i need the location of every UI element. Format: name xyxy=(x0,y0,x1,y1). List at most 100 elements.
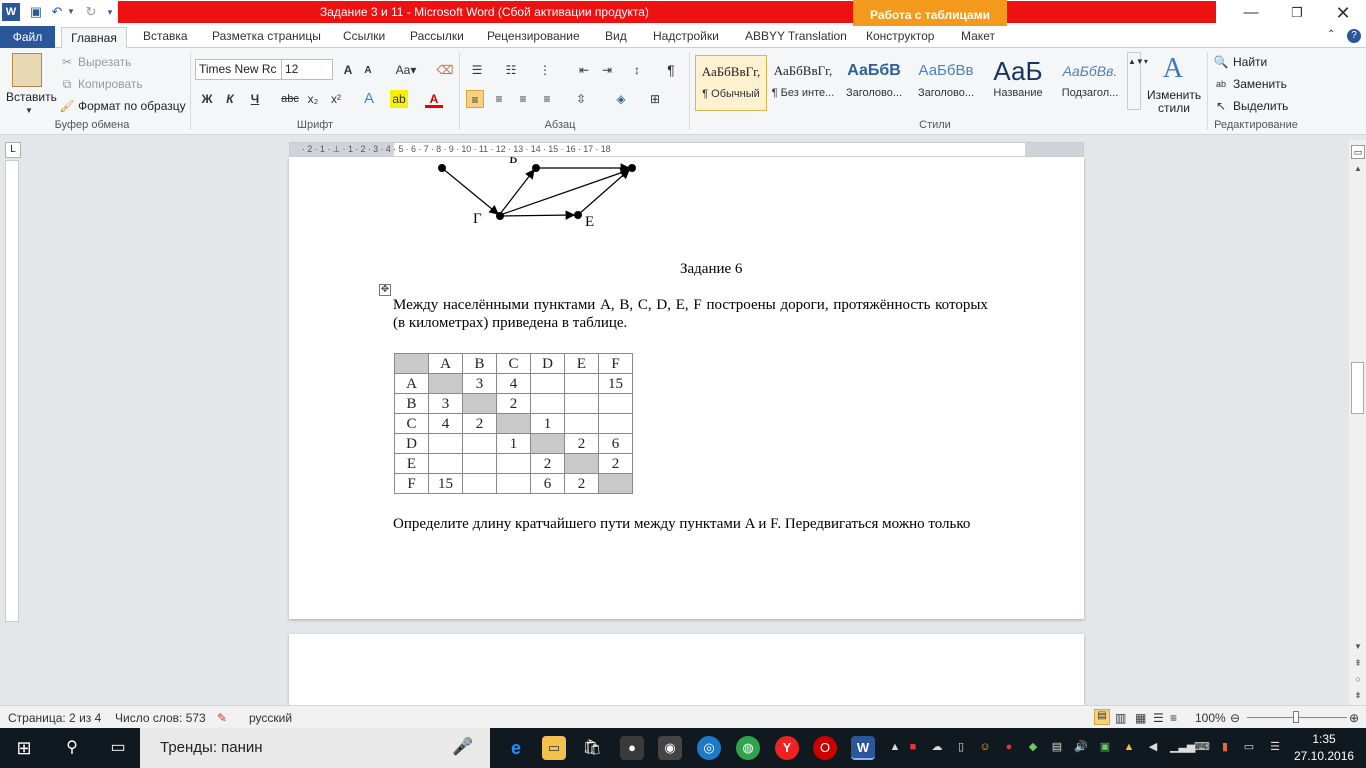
tab-home[interactable]: Главная xyxy=(61,27,127,49)
shrink-font-icon[interactable]: A xyxy=(359,62,377,80)
table-cell[interactable]: C xyxy=(394,413,429,434)
table-cell[interactable]: 2 xyxy=(598,453,633,474)
cut-button[interactable]: Вырезать xyxy=(78,55,131,69)
table-cell[interactable]: 4 xyxy=(428,413,463,434)
undo-icon[interactable]: ↶ xyxy=(48,3,66,21)
table-cell[interactable]: 1 xyxy=(496,433,531,454)
table-cell[interactable]: 2 xyxy=(564,473,599,494)
change-case-icon[interactable]: Aa▾ xyxy=(394,61,418,79)
table-header-cell[interactable]: C xyxy=(496,353,531,374)
table-cell[interactable]: 2 xyxy=(496,393,531,414)
table-cell[interactable]: 3 xyxy=(428,393,463,414)
change-styles-button[interactable]: Изменить стили xyxy=(1147,89,1201,115)
style-heading1[interactable]: АаБбВ Заголово... xyxy=(838,55,910,111)
tray-icon[interactable]: ☺ xyxy=(978,740,992,754)
table-cell[interactable] xyxy=(496,413,531,434)
table-cell[interactable] xyxy=(598,413,633,434)
scroll-thumb[interactable] xyxy=(1351,362,1364,414)
table-cell[interactable] xyxy=(462,453,497,474)
justify-icon[interactable]: ≡ xyxy=(538,90,556,108)
paste-icon[interactable] xyxy=(12,53,42,87)
align-left-icon[interactable]: ≡ xyxy=(466,90,484,108)
word-taskbar-icon[interactable]: W xyxy=(851,736,875,760)
search-icon[interactable]: ⚲ xyxy=(60,736,84,760)
clock-time[interactable]: 1:35 xyxy=(1300,732,1348,746)
tray-icon[interactable]: ▤ xyxy=(1050,740,1064,754)
table-cell[interactable] xyxy=(530,393,565,414)
bold-button[interactable]: Ж xyxy=(198,90,216,108)
tab-addins[interactable]: Надстройки xyxy=(653,29,719,43)
language-tray-icon[interactable]: ⌨ xyxy=(1194,740,1210,754)
line-spacing-icon[interactable]: ⇳ xyxy=(572,90,590,108)
paste-dropdown-icon[interactable]: ▼ xyxy=(20,102,38,120)
tray-icon[interactable]: ☁ xyxy=(930,740,944,754)
table-cell[interactable]: 2 xyxy=(564,433,599,454)
style-normal[interactable]: АаБбВвГг, ¶ Обычный xyxy=(695,55,767,111)
horizontal-ruler[interactable]: · 2 · 1 · ⊥ · 1 · 2 · 3 · 4 · 5 · 6 · 7 … xyxy=(289,142,1084,157)
redo-icon[interactable]: ↻ xyxy=(82,3,100,21)
find-button[interactable]: Найти xyxy=(1233,55,1267,69)
document-page-next[interactable] xyxy=(289,634,1084,705)
file-explorer-icon[interactable]: ▭ xyxy=(542,736,566,760)
table-cell[interactable] xyxy=(496,473,531,494)
decrease-indent-icon[interactable]: ⇤ xyxy=(575,61,593,79)
app-icon[interactable]: ● xyxy=(620,736,644,760)
tray-icon[interactable]: ◆ xyxy=(1026,740,1040,754)
table-cell[interactable]: 2 xyxy=(462,413,497,434)
table-cell[interactable] xyxy=(598,473,633,494)
print-layout-icon[interactable]: ▤ xyxy=(1094,709,1110,725)
table-cell[interactable] xyxy=(428,373,463,394)
grow-font-icon[interactable]: A xyxy=(339,61,357,79)
table-header-cell[interactable]: D xyxy=(530,353,565,374)
tab-review[interactable]: Рецензирование xyxy=(487,29,580,43)
distance-table[interactable]: A B C D E F A 3 4 15 B 3 2 C 4 2 1 D 1 2… xyxy=(394,353,633,494)
replace-button[interactable]: Заменить xyxy=(1233,77,1287,91)
web-layout-icon[interactable]: ▦ xyxy=(1135,711,1146,725)
tab-mailings[interactable]: Рассылки xyxy=(410,29,464,43)
opera-icon[interactable]: O xyxy=(813,736,837,760)
table-cell[interactable] xyxy=(598,393,633,414)
word-count[interactable]: Число слов: 573 xyxy=(115,711,206,725)
font-color-icon[interactable]: A xyxy=(425,90,443,108)
show-marks-icon[interactable]: ¶ xyxy=(662,61,680,79)
table-cell[interactable] xyxy=(428,433,463,454)
draft-icon[interactable]: ≡ xyxy=(1170,711,1177,725)
network-icon[interactable]: ▁▃▅ xyxy=(1170,740,1195,754)
tab-view[interactable]: Вид xyxy=(605,29,627,43)
prev-page-icon[interactable]: ⇞ xyxy=(1351,658,1365,670)
table-cell[interactable] xyxy=(564,453,599,474)
superscript-icon[interactable]: x² xyxy=(327,90,345,108)
table-cell[interactable] xyxy=(462,393,497,414)
tab-design[interactable]: Конструктор xyxy=(866,29,934,43)
restore-button[interactable]: ❐ xyxy=(1274,0,1320,26)
browse-object-icon[interactable]: ○ xyxy=(1351,674,1365,686)
help-icon[interactable]: ? xyxy=(1347,29,1361,43)
copy-button[interactable]: Копировать xyxy=(78,77,143,91)
align-right-icon[interactable]: ≡ xyxy=(514,90,532,108)
undo-dropdown-icon[interactable]: ▼ xyxy=(66,3,76,21)
table-cell[interactable] xyxy=(530,373,565,394)
table-cell[interactable]: 6 xyxy=(598,433,633,454)
word-app-icon[interactable]: W xyxy=(2,3,20,21)
table-cell[interactable]: 4 xyxy=(496,373,531,394)
italic-button[interactable]: К xyxy=(221,90,239,108)
table-cell[interactable]: B xyxy=(394,393,429,414)
table-cell[interactable] xyxy=(496,453,531,474)
store-icon[interactable]: 🛍 xyxy=(580,736,604,760)
full-reading-icon[interactable]: ▥ xyxy=(1115,711,1126,725)
page-count[interactable]: Страница: 2 из 4 xyxy=(8,711,101,725)
bullets-icon[interactable]: ☰ xyxy=(468,61,486,79)
document-page[interactable]: Г Е Б Задание 6 ✥ Между населёнными пунк… xyxy=(289,157,1084,619)
table-move-handle-icon[interactable]: ✥ xyxy=(379,284,391,296)
text-effects-icon[interactable]: A xyxy=(360,90,378,108)
highlight-icon[interactable]: ab xyxy=(390,90,408,108)
scroll-down-icon[interactable]: ▼ xyxy=(1351,642,1365,654)
sort-icon[interactable]: ↕ xyxy=(628,61,646,79)
style-title[interactable]: АаБ Название xyxy=(982,55,1054,111)
format-painter-button[interactable]: Формат по образцу xyxy=(78,99,186,113)
tab-layout[interactable]: Макет xyxy=(961,29,995,43)
style-heading2[interactable]: АаБбВв Заголово... xyxy=(910,55,982,111)
table-cell[interactable]: 15 xyxy=(428,473,463,494)
clear-format-icon[interactable]: ⌫ xyxy=(436,61,454,79)
tab-abbyy[interactable]: ABBYY Translation xyxy=(745,29,847,43)
